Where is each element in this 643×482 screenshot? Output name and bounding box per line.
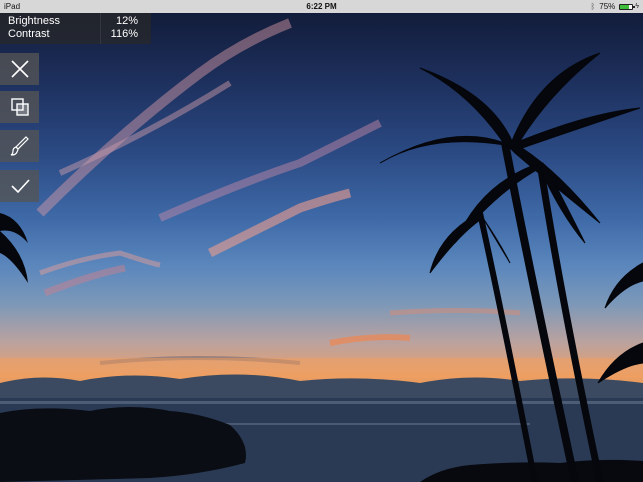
layers-icon [10, 98, 29, 116]
battery-icon [619, 3, 636, 10]
status-time: 6:22 PM [306, 2, 337, 11]
battery-percent: 75% [599, 2, 616, 11]
charging-icon: ϟ [635, 3, 639, 10]
brush-icon [10, 136, 29, 156]
layers-button[interactable] [0, 91, 39, 123]
checkmark-icon [10, 179, 30, 194]
close-button[interactable] [0, 53, 39, 85]
close-icon [10, 60, 29, 78]
battery-fill [620, 4, 630, 9]
readout-row-brightness: Brightness 12% [8, 15, 138, 28]
done-button[interactable] [0, 170, 39, 202]
contrast-label: Contrast [8, 28, 50, 40]
brightness-value: 12% [115, 15, 138, 27]
brightness-label: Brightness [8, 15, 60, 27]
clouds [36, 18, 521, 365]
contrast-value: 116% [110, 28, 138, 40]
status-bar: iPad 6:22 PM ᛒ 75% ϟ [0, 0, 643, 13]
photo-scene [0, 18, 643, 482]
bluetooth-icon: ᛒ [590, 2, 596, 11]
readout-row-contrast: Contrast 116% [8, 28, 138, 41]
status-right: ᛒ 75% ϟ [590, 0, 639, 13]
adjustment-readout: Brightness 12% Contrast 116% [0, 13, 151, 44]
brush-button[interactable] [0, 130, 39, 162]
sunset-photo[interactable] [0, 13, 643, 482]
